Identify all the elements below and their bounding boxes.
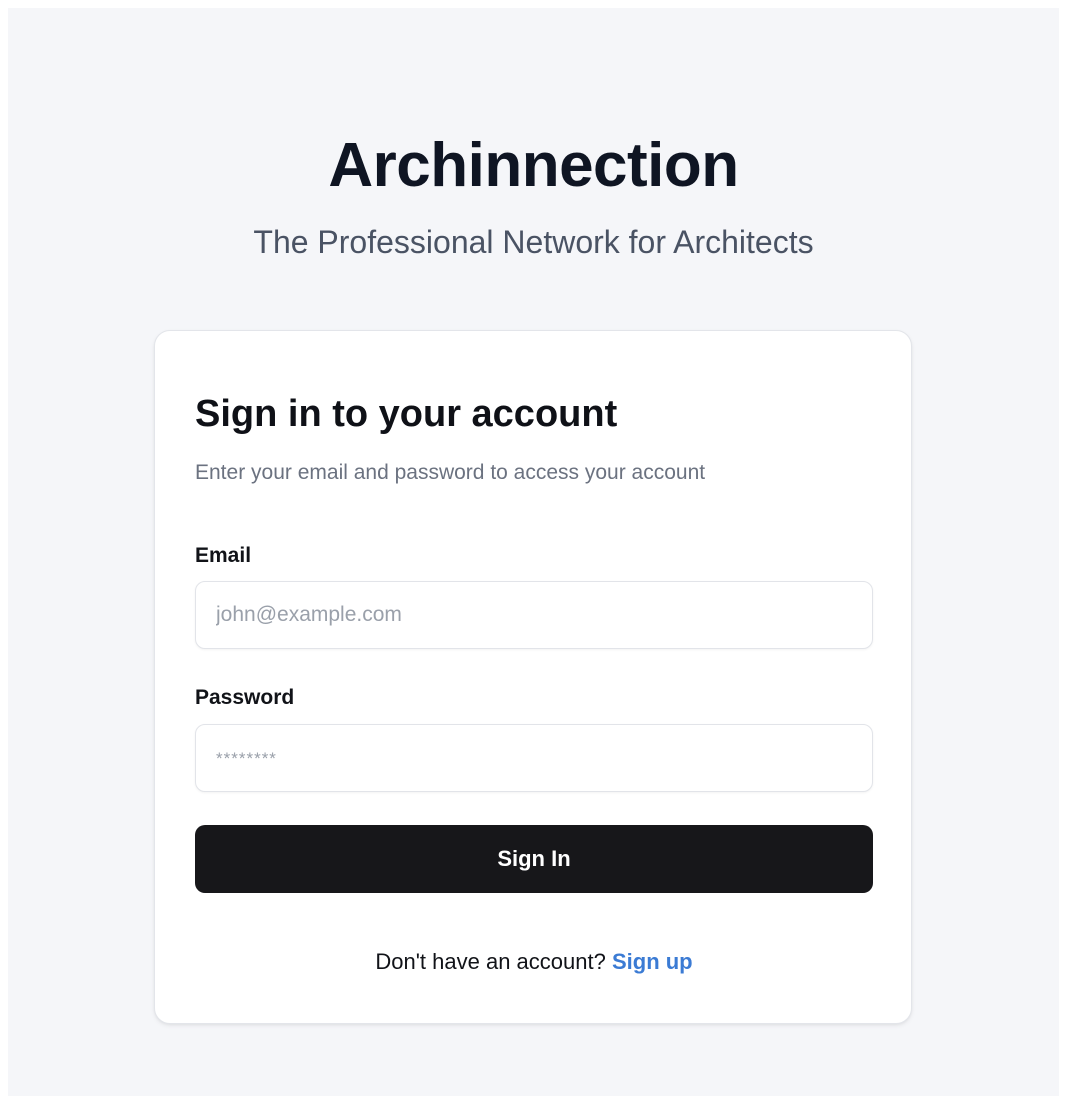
card-subtitle: Enter your email and password to access … [195,461,706,484]
email-field[interactable] [195,581,873,649]
login-page: Archinnection The Professional Network f… [8,8,1059,1096]
brand-tagline: The Professional Network for Architects [253,224,814,260]
signup-prompt: Don't have an account? Sign up [155,948,913,976]
brand-title: Archinnection [328,131,739,200]
sign-in-button[interactable]: Sign In [195,825,873,893]
signup-prompt-text: Don't have an account? [375,949,612,974]
password-field[interactable] [195,724,873,792]
sign-up-link[interactable]: Sign up [612,949,693,974]
login-card: Sign in to your account Enter your email… [154,330,912,1024]
email-label: Email [195,544,252,567]
password-label: Password [195,686,295,709]
card-title: Sign in to your account [195,393,618,435]
